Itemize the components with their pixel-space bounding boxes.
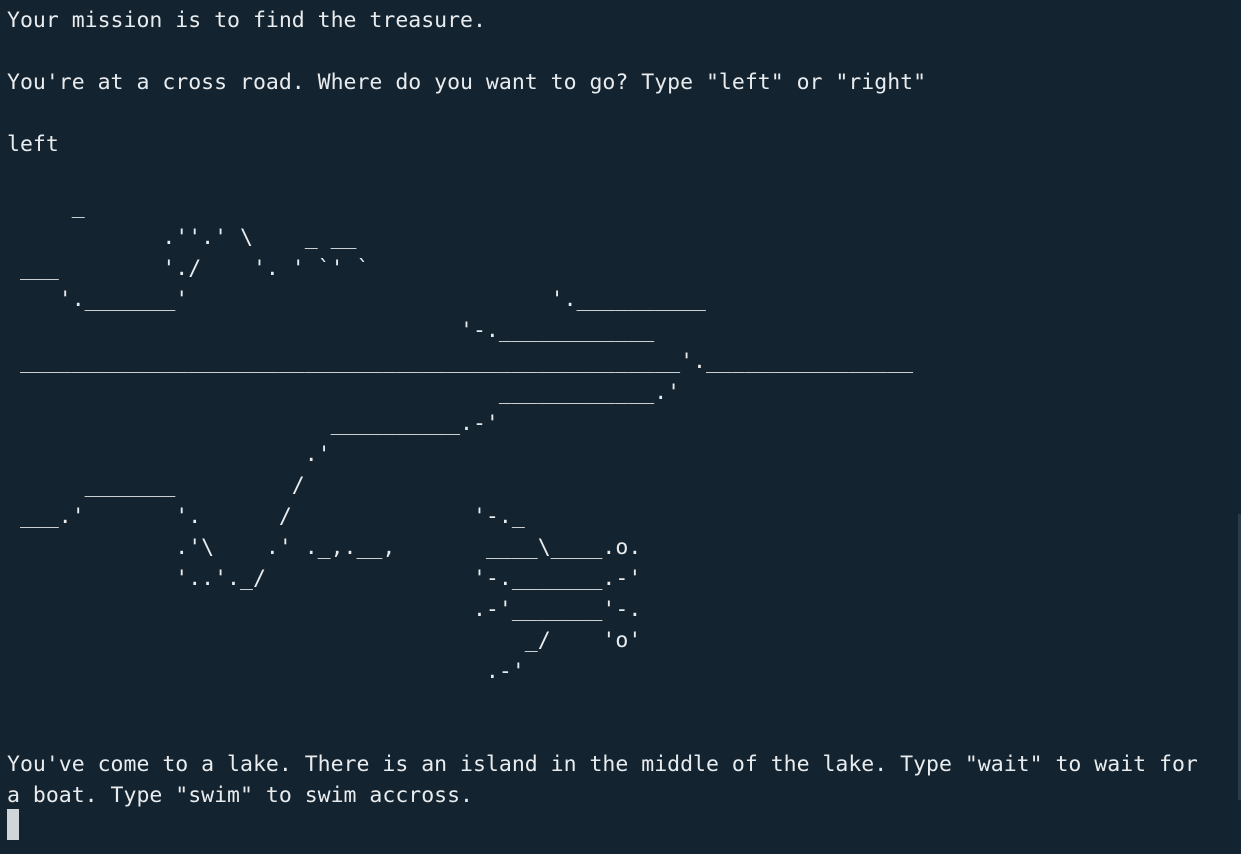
ascii-art-lake-island: _ .''.' \ _ __ ___ './ '. ' `' ` '._____… (19, 194, 914, 684)
terminal-window[interactable]: Your mission is to find the treasure. Yo… (0, 0, 1241, 854)
terminal-cursor[interactable] (7, 809, 19, 840)
lake-message: You've come to a lake. There is an islan… (7, 752, 1211, 808)
user-input-echo: left (7, 132, 59, 157)
crossroad-prompt: You're at a cross road. Where do you wan… (7, 70, 927, 95)
mission-text: Your mission is to find the treasure. (7, 8, 486, 33)
